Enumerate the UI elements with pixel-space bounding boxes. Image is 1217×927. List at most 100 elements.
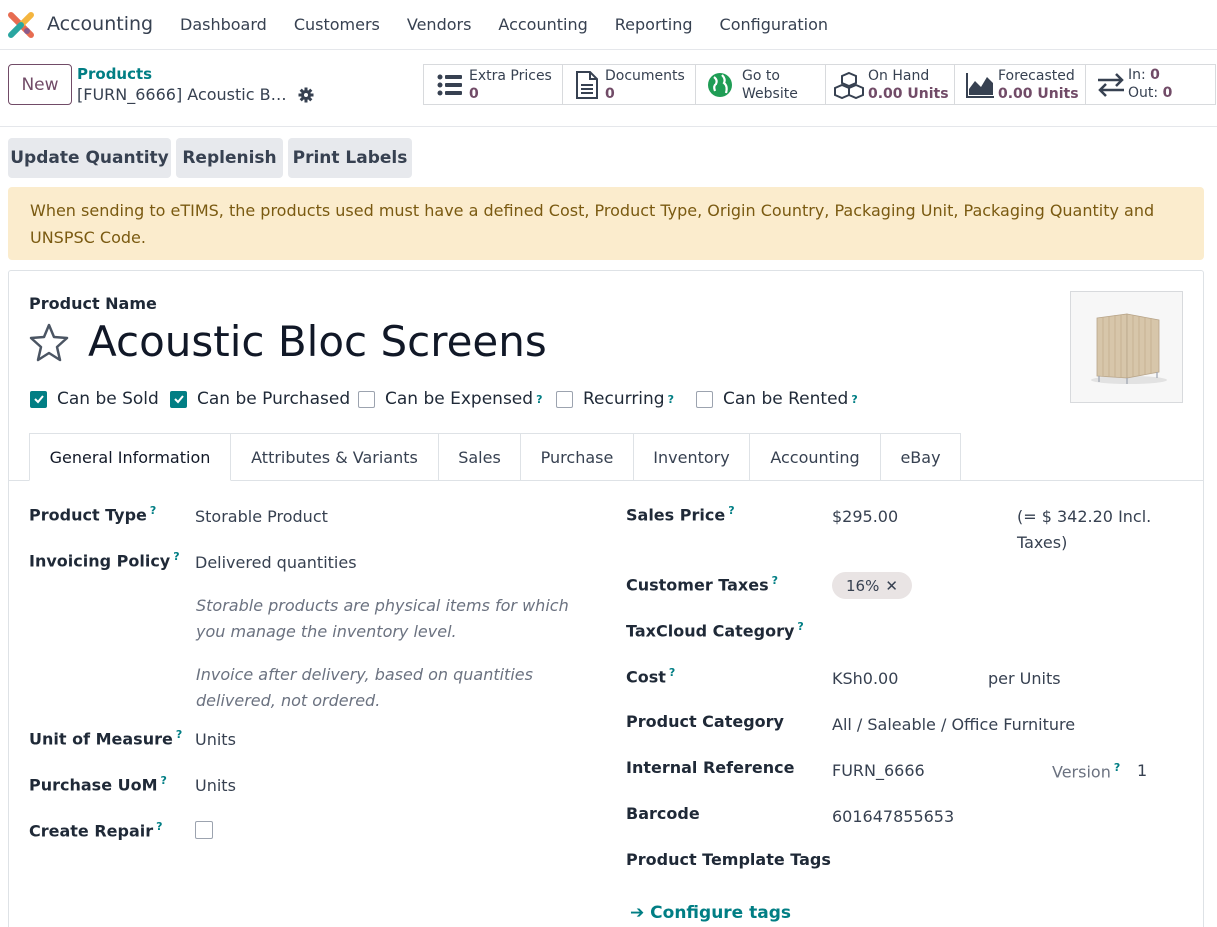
- notebook-tabs: General Information Attributes & Variant…: [29, 433, 961, 481]
- replenish-button[interactable]: Replenish: [176, 138, 283, 178]
- can-be-purchased-label: Can be Purchased: [197, 389, 351, 409]
- help-icon[interactable]: ?: [772, 574, 778, 587]
- tab-attributes-variants[interactable]: Attributes & Variants: [231, 433, 439, 481]
- cubes-icon: [834, 71, 864, 99]
- website-line1: Go to: [742, 68, 780, 84]
- extra-prices-count: 0: [469, 86, 479, 102]
- help-icon[interactable]: ?: [728, 504, 734, 517]
- document-icon: [576, 71, 598, 99]
- price-incl-taxes: (= $ 342.20 Incl.: [1017, 507, 1152, 526]
- price-incl-taxes-2: Taxes): [1017, 533, 1068, 552]
- configure-tags-link[interactable]: ➔ Configure tags: [630, 903, 791, 923]
- app-name[interactable]: Accounting: [47, 13, 153, 35]
- menu-customers[interactable]: Customers: [294, 15, 380, 34]
- product-name-label: Product Name: [29, 294, 157, 313]
- create-repair-label: Create Repair?: [29, 820, 163, 841]
- can-be-sold-checkbox[interactable]: Can be Sold: [30, 389, 159, 409]
- new-button[interactable]: New: [8, 64, 72, 105]
- on-hand-label: On Hand: [868, 68, 930, 84]
- out-value: 0: [1162, 85, 1173, 101]
- cost-field[interactable]: KSh0.00: [832, 669, 898, 688]
- version-field[interactable]: 1: [1137, 761, 1147, 780]
- tab-inventory[interactable]: Inventory: [634, 433, 750, 481]
- breadcrumb-current: [FURN_6666] Acoustic B…: [77, 85, 287, 104]
- in-out-button[interactable]: In: 0 Out: 0: [1085, 64, 1216, 105]
- internal-reference-field[interactable]: FURN_6666: [832, 761, 925, 780]
- create-repair-checkbox[interactable]: [195, 821, 213, 839]
- print-labels-button[interactable]: Print Labels: [288, 138, 412, 178]
- checkbox-empty-icon: [358, 390, 375, 408]
- in-label: In: 0: [1128, 67, 1160, 83]
- out-label: Out: 0: [1128, 85, 1173, 101]
- version-label: Version?: [1052, 761, 1121, 782]
- documents-count: 0: [605, 86, 615, 102]
- menu-dashboard[interactable]: Dashboard: [180, 15, 267, 34]
- invoicing-help: Invoice after delivery, based on quantit…: [196, 665, 533, 710]
- acoustic-screen-image: [1071, 292, 1182, 402]
- menu-accounting[interactable]: Accounting: [498, 15, 587, 34]
- tab-accounting[interactable]: Accounting: [750, 433, 881, 481]
- purchase-uom-field[interactable]: Units: [195, 776, 236, 795]
- checkbox-empty-icon: [696, 390, 713, 408]
- form-sheet: [8, 270, 1204, 927]
- invoicing-policy-field[interactable]: Delivered quantities: [195, 553, 357, 572]
- on-hand-value: 0.00 Units: [868, 86, 949, 102]
- help-icon[interactable]: ?: [797, 620, 803, 633]
- checkbox-checked-icon: [170, 390, 187, 408]
- list-icon: [437, 74, 462, 96]
- menu-configuration[interactable]: Configuration: [720, 15, 829, 34]
- help-icon[interactable]: ?: [150, 504, 156, 517]
- product-name-field[interactable]: Acoustic Bloc Screens: [88, 317, 547, 366]
- help-icon[interactable]: ?: [176, 728, 182, 741]
- close-icon[interactable]: ✕: [885, 577, 898, 595]
- etims-alert: When sending to eTIMS, the products used…: [8, 187, 1204, 260]
- can-be-rented-checkbox[interactable]: Can be Rented?: [696, 389, 858, 409]
- go-to-website-button[interactable]: Go to Website: [695, 64, 826, 105]
- star-icon[interactable]: [28, 322, 70, 362]
- tab-ebay[interactable]: eBay: [881, 433, 961, 481]
- can-be-expensed-checkbox[interactable]: Can be Expensed?: [358, 389, 542, 409]
- sales-price-label: Sales Price?: [626, 504, 735, 525]
- can-be-purchased-checkbox[interactable]: Can be Purchased: [170, 389, 350, 409]
- tax-tag-16[interactable]: 16% ✕: [832, 572, 912, 599]
- help-icon[interactable]: ?: [851, 393, 857, 406]
- recurring-checkbox[interactable]: Recurring?: [556, 389, 674, 409]
- uom-label: Unit of Measure?: [29, 728, 183, 749]
- help-icon[interactable]: ?: [156, 820, 162, 833]
- area-chart-icon: [966, 73, 994, 98]
- can-be-rented-label: Can be Rented: [723, 389, 849, 409]
- tab-general-information[interactable]: General Information: [29, 433, 231, 481]
- app-logo-icon[interactable]: [7, 11, 35, 39]
- control-panel: New Products [FURN_6666] Acoustic B… Ext…: [0, 51, 1217, 127]
- uom-field[interactable]: Units: [195, 730, 236, 749]
- tab-sales[interactable]: Sales: [439, 433, 521, 481]
- product-image[interactable]: [1070, 291, 1183, 403]
- help-icon[interactable]: ?: [173, 550, 179, 563]
- tab-purchase[interactable]: Purchase: [521, 433, 634, 481]
- help-icon[interactable]: ?: [536, 393, 542, 406]
- documents-label: Documents: [605, 68, 685, 84]
- recurring-label: Recurring: [583, 389, 665, 409]
- can-be-sold-label: Can be Sold: [57, 389, 159, 409]
- on-hand-button[interactable]: On Hand 0.00 Units: [825, 64, 955, 105]
- update-quantity-button[interactable]: Update Quantity: [8, 138, 171, 178]
- forecasted-label: Forecasted: [998, 68, 1075, 84]
- breadcrumb-products[interactable]: Products: [77, 65, 152, 83]
- help-icon[interactable]: ?: [669, 666, 675, 679]
- help-icon[interactable]: ?: [1114, 761, 1120, 774]
- extra-prices-label: Extra Prices: [469, 68, 552, 84]
- help-icon[interactable]: ?: [668, 393, 674, 406]
- forecasted-button[interactable]: Forecasted 0.00 Units: [954, 64, 1086, 105]
- product-type-field[interactable]: Storable Product: [195, 507, 328, 526]
- menu-reporting[interactable]: Reporting: [615, 15, 693, 34]
- help-icon[interactable]: ?: [161, 774, 167, 787]
- extra-prices-button[interactable]: Extra Prices 0: [423, 64, 563, 105]
- barcode-field[interactable]: 601647855653: [832, 807, 954, 826]
- documents-button[interactable]: Documents 0: [562, 64, 696, 105]
- website-line2: Website: [742, 86, 798, 102]
- product-category-label: Product Category: [626, 712, 784, 731]
- menu-vendors[interactable]: Vendors: [407, 15, 472, 34]
- sales-price-field[interactable]: $295.00: [832, 507, 898, 526]
- product-category-field[interactable]: All / Saleable / Office Furniture: [832, 715, 1075, 734]
- gear-icon[interactable]: [298, 87, 314, 103]
